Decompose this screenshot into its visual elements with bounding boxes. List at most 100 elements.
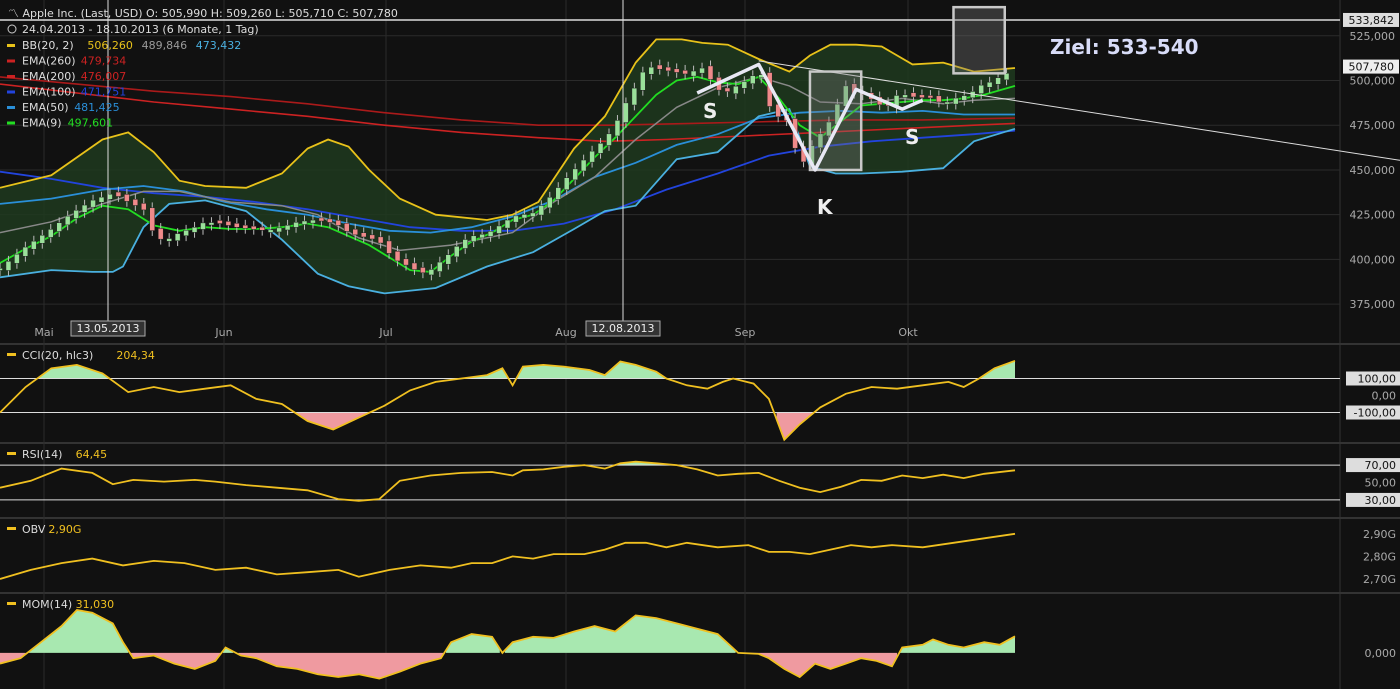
legend-swatch: [7, 121, 15, 125]
candle-body: [657, 64, 663, 70]
candle-body: [411, 262, 418, 270]
month-label: Okt: [898, 326, 918, 339]
candle-body: [673, 68, 680, 73]
candle-body: [445, 254, 452, 265]
candle-body: [327, 218, 333, 223]
indicator-tick-label: 2,90G: [1363, 528, 1396, 541]
candle-body: [487, 231, 494, 237]
candle-body: [513, 215, 519, 223]
band-value-label: -100,00: [1354, 407, 1396, 420]
shoulder-left-label: S: [703, 99, 717, 123]
candle-body: [953, 97, 959, 105]
candle-body: [597, 143, 604, 154]
indicator-tick-label: 2,80G: [1363, 550, 1396, 563]
candle-body: [48, 229, 54, 238]
candle-body: [64, 215, 71, 226]
legend-swatch: [7, 59, 15, 63]
legend-value: 506,260: [87, 39, 132, 52]
header-instrument: 〽 Apple Inc. (Last, USD) O: 505,990 H: 5…: [8, 7, 398, 20]
candle-body: [623, 102, 629, 123]
candle-body: [115, 191, 122, 197]
month-label: Jul: [378, 326, 392, 339]
pattern-box: [808, 70, 863, 172]
legend-label: EMA(260): [22, 55, 76, 68]
legend-label: EMA(50): [22, 101, 69, 114]
candle-body: [200, 222, 206, 230]
candle-body: [428, 269, 435, 276]
indicator-tick-label: 0,000: [1365, 647, 1397, 660]
candle-body: [369, 234, 375, 240]
price-tick-label: 475,000: [1350, 119, 1396, 132]
candle-body: [174, 233, 181, 241]
indicator-title: RSI(14): [22, 448, 62, 461]
candle-body: [699, 67, 705, 74]
legend-value: 473,432: [196, 39, 242, 52]
candle-body: [589, 150, 595, 163]
indicator-swatch: [7, 527, 16, 530]
band-value-label: 30,00: [1365, 494, 1397, 507]
candle-body: [284, 224, 291, 231]
indicator-tick-label: 50,00: [1365, 477, 1397, 490]
indicator-swatch: [7, 353, 16, 356]
target-annotation: Ziel: 533-540: [1050, 35, 1199, 59]
price-tick-label: 500,000: [1350, 75, 1396, 88]
candle-body: [124, 194, 130, 202]
candle-body: [22, 246, 29, 257]
candle-body: [335, 220, 342, 226]
candle-body: [344, 223, 350, 232]
candle-body: [631, 87, 638, 106]
candle-body: [267, 229, 274, 233]
candle-body: [707, 65, 714, 80]
candle-body: [606, 133, 612, 146]
price-tick-label: 450,000: [1350, 164, 1396, 177]
price-tick-label: 375,000: [1350, 298, 1396, 311]
candle-body: [81, 204, 88, 213]
candle-body: [614, 120, 621, 137]
candle-body: [547, 196, 553, 209]
legend-value: 497,601: [68, 117, 114, 130]
candle-body: [191, 227, 198, 233]
candle-body: [961, 95, 967, 101]
candle-body: [301, 220, 308, 225]
candle-body: [470, 235, 477, 242]
price-tick-label: 425,000: [1350, 209, 1396, 222]
band-value-label: 100,00: [1358, 373, 1397, 386]
candle-body: [530, 212, 536, 217]
band-value-label: 70,00: [1365, 459, 1397, 472]
candle-body: [234, 223, 240, 228]
candle-body: [386, 240, 392, 254]
candle-body: [141, 203, 147, 211]
candle-body: [31, 240, 37, 250]
legend-swatch: [7, 106, 15, 109]
candle-body: [733, 85, 739, 94]
candle-body: [251, 225, 257, 230]
candle-body: [293, 222, 299, 228]
legend-value: 471,751: [81, 86, 127, 99]
stock-chart: 525,000 500,000 475,000 450,000 425,000 400,0…: [0, 0, 1400, 689]
candle-body: [496, 225, 502, 234]
candle-body: [454, 246, 460, 258]
shoulder-right-label: S: [905, 125, 919, 149]
candle-body: [978, 84, 984, 94]
indicator-tick-label: 0,00: [1372, 390, 1397, 403]
top-price-label: 533,842: [1349, 14, 1395, 27]
candle-body: [910, 92, 917, 98]
candle-body: [225, 221, 232, 226]
candle-body: [919, 94, 925, 98]
candle-body: [927, 95, 934, 99]
header-range: 24.04.2013 - 18.10.2013 (6 Monate, 1 Tag…: [22, 23, 259, 36]
candle-body: [995, 77, 1001, 85]
candle-body: [690, 70, 697, 77]
candle-body: [166, 238, 172, 242]
candle-body: [39, 234, 46, 244]
head-label: K: [817, 195, 834, 219]
indicator-swatch: [7, 452, 16, 455]
candle-body: [217, 220, 223, 224]
candle-body: [90, 199, 96, 208]
candle-body: [750, 75, 756, 84]
legend-swatch: [7, 75, 15, 78]
candle-body: [149, 207, 155, 231]
candle-body: [986, 81, 993, 88]
candle-body: [640, 71, 646, 91]
candle-body: [5, 260, 12, 271]
